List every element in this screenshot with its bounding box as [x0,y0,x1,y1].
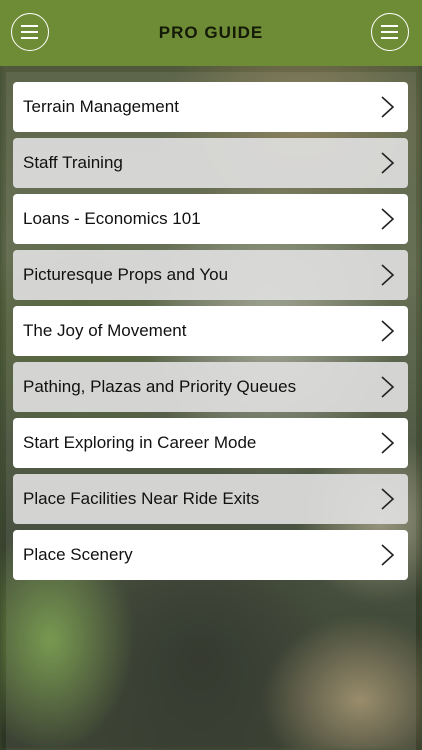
guide-item-label: Staff Training [23,153,123,172]
chevron-right-icon [381,264,395,286]
guide-item-label: Picturesque Props and You [23,265,229,284]
chevron-right-icon [381,544,395,566]
right-menu-button[interactable] [371,13,409,51]
guide-item-label: The Joy of Movement [23,321,187,340]
page-title: PRO GUIDE [158,23,264,42]
app-header: PRO GUIDE [0,0,422,66]
guide-item-staff-training[interactable]: Staff Training [13,138,408,188]
chevron-right-icon [381,432,395,454]
guide-item-label: Place Facilities Near Ride Exits [23,489,260,508]
guide-item-label: Pathing, Plazas and Priority Queues [23,377,297,396]
left-menu-button[interactable] [11,13,49,51]
guide-item-label: Start Exploring in Career Mode [23,433,257,452]
chevron-right-icon [381,488,395,510]
guide-item-career-mode[interactable]: Start Exploring in Career Mode [13,418,408,468]
chevron-right-icon [381,152,395,174]
guide-item-joy-of-movement[interactable]: The Joy of Movement [13,306,408,356]
chevron-right-icon [381,208,395,230]
guide-list: Terrain Management Staff Training Loans … [13,82,408,586]
chevron-right-icon [381,96,395,118]
guide-item-picturesque-props[interactable]: Picturesque Props and You [13,250,408,300]
guide-item-label: Place Scenery [23,545,133,564]
chevron-right-icon [381,376,395,398]
guide-item-loans[interactable]: Loans - Economics 101 [13,194,408,244]
guide-item-terrain-management[interactable]: Terrain Management [13,82,408,132]
guide-item-label: Loans - Economics 101 [23,209,201,228]
guide-item-place-scenery[interactable]: Place Scenery [13,530,408,580]
guide-item-label: Terrain Management [23,97,179,116]
guide-item-place-facilities[interactable]: Place Facilities Near Ride Exits [13,474,408,524]
chevron-right-icon [381,320,395,342]
guide-item-pathing-plazas[interactable]: Pathing, Plazas and Priority Queues [13,362,408,412]
